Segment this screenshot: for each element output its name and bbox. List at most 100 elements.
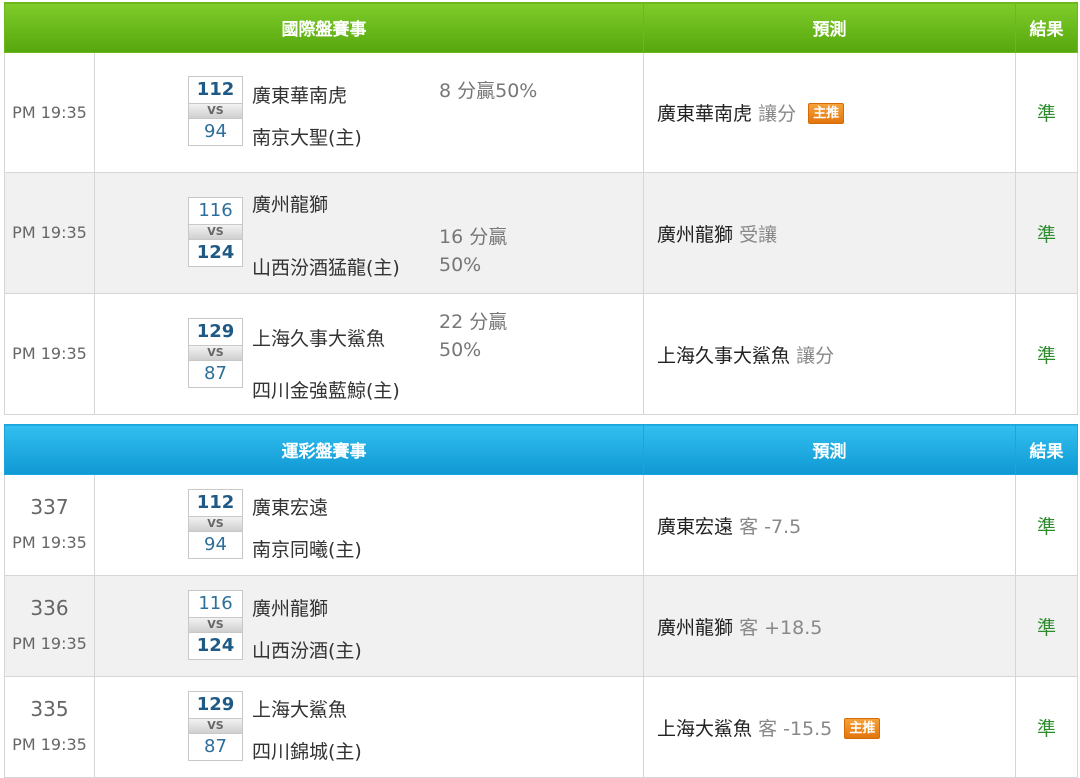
result-cell: 準 xyxy=(1015,575,1078,677)
team-home[interactable]: 四川金強藍鯨(主) xyxy=(252,376,400,403)
prediction-team: 上海大鯊魚 xyxy=(657,717,753,740)
prediction-cell: 廣東宏遠 客 -7.5 xyxy=(643,474,1016,576)
table-row: PM 19:35 116 VS 124 廣州龍獅 山西汾酒猛龍(主) 16 分贏… xyxy=(4,172,1078,294)
match-time: PM 19:35 xyxy=(12,533,87,552)
lottery-result-header: 結果 xyxy=(1015,424,1078,475)
team-home[interactable]: 山西汾酒(主) xyxy=(252,636,362,663)
score-box: 112 VS 94 xyxy=(188,75,243,146)
score-away: 112 xyxy=(188,75,243,104)
recommend-badge: 主推 xyxy=(808,103,845,124)
table-row: 335 PM 19:35 129 VS 87 上海大鯊魚 四川錦城(主) 上海大… xyxy=(4,676,1078,778)
score-away: 112 xyxy=(188,489,243,517)
score-away: 116 xyxy=(188,197,243,225)
prediction-cell: 廣州龍獅 受讓 xyxy=(643,172,1016,294)
match-cell: 116 VS 124 廣州龍獅 山西汾酒(主) xyxy=(94,575,644,677)
handicap-line: 50% xyxy=(439,339,482,361)
table-row: 336 PM 19:35 116 VS 124 廣州龍獅 山西汾酒(主) 廣州龍… xyxy=(4,575,1078,677)
prediction-type: 讓分 xyxy=(796,344,835,367)
score-away: 129 xyxy=(188,318,243,346)
prediction-type: 客 +18.5 xyxy=(739,616,823,639)
handicap-info: 8 分贏50% xyxy=(439,77,537,105)
team-home[interactable]: 山西汾酒猛龍(主) xyxy=(252,253,400,280)
score-box: 129 VS 87 xyxy=(188,691,243,761)
match-time: PM 19:35 xyxy=(12,634,87,653)
team-home[interactable]: 四川錦城(主) xyxy=(252,737,362,764)
result-cell: 準 xyxy=(1015,676,1078,778)
recommend-badge: 主推 xyxy=(844,717,881,739)
prediction-team: 廣東宏遠 xyxy=(657,515,734,538)
match-time-cell: 336 PM 19:35 xyxy=(4,575,95,677)
match-cell: 116 VS 124 廣州龍獅 山西汾酒猛龍(主) 16 分贏 50% xyxy=(94,172,644,294)
team-home[interactable]: 南京同曦(主) xyxy=(252,535,362,562)
match-number: 336 xyxy=(30,596,69,620)
international-prediction-header: 預測 xyxy=(643,2,1016,53)
vs-label: VS xyxy=(188,618,243,632)
match-cell: 112 VS 94 廣東宏遠 南京同曦(主) xyxy=(94,474,644,576)
prediction-cell: 上海大鯊魚 客 -15.5 主推 xyxy=(643,676,1016,778)
match-time-cell: 335 PM 19:35 xyxy=(4,676,95,778)
score-home: 124 xyxy=(188,239,243,267)
vs-label: VS xyxy=(188,517,243,531)
handicap-line: 50% xyxy=(439,254,482,276)
match-time-cell: PM 19:35 xyxy=(4,172,95,294)
prediction-team: 上海久事大鯊魚 xyxy=(657,344,791,367)
score-box: 112 VS 94 xyxy=(188,489,243,559)
prediction-team: 廣州龍獅 xyxy=(657,223,734,246)
score-away: 129 xyxy=(188,691,243,719)
match-cell: 129 VS 87 上海大鯊魚 四川錦城(主) xyxy=(94,676,644,778)
prediction-cell: 上海久事大鯊魚 讓分 xyxy=(643,293,1016,415)
score-away: 116 xyxy=(188,590,243,618)
prediction-type: 讓分 xyxy=(758,103,797,125)
score-home: 94 xyxy=(188,117,243,146)
team-home[interactable]: 南京大聖(主) xyxy=(252,123,362,150)
handicap-line: 16 分贏 xyxy=(439,226,508,248)
score-home: 87 xyxy=(188,733,243,761)
table-row: PM 19:35 129 VS 87 上海久事大鯊魚 四川金強藍鯨(主) 22 … xyxy=(4,293,1078,415)
result-cell: 準 xyxy=(1015,52,1078,173)
score-box: 116 VS 124 xyxy=(188,590,243,660)
score-home: 124 xyxy=(188,632,243,660)
prediction-team: 廣州龍獅 xyxy=(657,616,734,639)
prediction-team: 廣東華南虎 xyxy=(657,103,753,125)
team-away[interactable]: 上海大鯊魚 xyxy=(252,695,347,722)
vs-label: VS xyxy=(188,719,243,733)
score-box: 129 VS 87 xyxy=(188,318,243,388)
prediction-type: 客 -7.5 xyxy=(739,515,802,538)
prediction-cell: 廣東華南虎 讓分 主推 xyxy=(643,52,1016,173)
match-time-cell: PM 19:35 xyxy=(4,52,95,173)
vs-label: VS xyxy=(188,103,243,118)
score-home: 87 xyxy=(188,360,243,388)
result-cell: 準 xyxy=(1015,474,1078,576)
team-away[interactable]: 廣東宏遠 xyxy=(252,493,328,520)
handicap-line: 22 分贏 xyxy=(439,311,508,333)
match-number: 337 xyxy=(30,495,69,519)
match-time: PM 19:35 xyxy=(12,735,87,754)
team-away[interactable]: 廣州龍獅 xyxy=(252,594,328,621)
match-cell: 112 VS 94 廣東華南虎 南京大聖(主) 8 分贏50% xyxy=(94,52,644,173)
team-away[interactable]: 廣東華南虎 xyxy=(252,81,347,108)
handicap-info: 16 分贏 50% xyxy=(439,223,507,279)
match-time-cell: 337 PM 19:35 xyxy=(4,474,95,576)
result-cell: 準 xyxy=(1015,172,1078,294)
match-time: PM 19:35 xyxy=(12,102,87,122)
match-number: 335 xyxy=(30,697,69,721)
international-result-header: 結果 xyxy=(1015,2,1078,53)
table-row: 337 PM 19:35 112 VS 94 廣東宏遠 南京同曦(主) 廣東宏遠… xyxy=(4,474,1078,576)
team-away[interactable]: 上海久事大鯊魚 xyxy=(252,324,385,351)
match-time: PM 19:35 xyxy=(12,344,87,363)
team-away[interactable]: 廣州龍獅 xyxy=(252,190,328,217)
match-time-cell: PM 19:35 xyxy=(4,293,95,415)
result-cell: 準 xyxy=(1015,293,1078,415)
handicap-line: 8 分贏50% xyxy=(439,79,538,102)
prediction-cell: 廣州龍獅 客 +18.5 xyxy=(643,575,1016,677)
match-time: PM 19:35 xyxy=(12,223,87,242)
lottery-prediction-header: 預測 xyxy=(643,424,1016,475)
prediction-type: 受讓 xyxy=(739,223,778,246)
table-row: PM 19:35 112 VS 94 廣東華南虎 南京大聖(主) 8 分贏50%… xyxy=(4,52,1078,173)
score-home: 94 xyxy=(188,531,243,559)
international-matches-table: 國際盤賽事 預測 結果 PM 19:35 112 VS 94 廣東華南虎 南京大… xyxy=(4,2,1078,415)
handicap-info: 22 分贏 50% xyxy=(439,308,507,364)
score-box: 116 VS 124 xyxy=(188,197,243,267)
prediction-type: 客 -15.5 xyxy=(758,717,833,740)
international-matches-header: 國際盤賽事 xyxy=(4,2,644,53)
